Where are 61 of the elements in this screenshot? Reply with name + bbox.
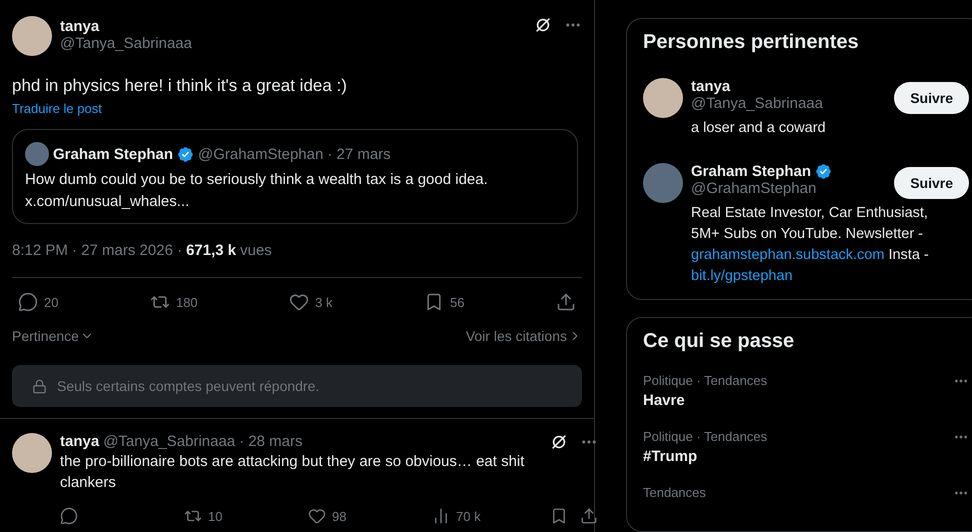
- trend-name[interactable]: Havre: [643, 392, 768, 409]
- quoted-post[interactable]: Graham Stephan @GrahamStephan · 27 mars How dumb could you be to seriously think a wealth tax is a good idea. x.com/unusual_whales...: [12, 129, 578, 224]
- reply-author-name[interactable]: tanya: [60, 433, 100, 450]
- views-count: 671,3 k: [186, 242, 236, 259]
- action-count: 20: [44, 294, 58, 310]
- quote-text: How dumb could you be to seriously think a wealth tax is a good idea.: [25, 170, 489, 190]
- reply-icon[interactable]: [18, 292, 38, 312]
- avatar[interactable]: [12, 16, 52, 56]
- author-handle[interactable]: @Tanya_Sabrinaaa: [60, 35, 526, 52]
- person-name[interactable]: Graham Stephan: [691, 163, 812, 180]
- avatar[interactable]: [12, 433, 52, 473]
- quotes-link[interactable]: Voir les citations: [466, 328, 582, 344]
- quote-author-handle: @GrahamStephan: [198, 146, 324, 162]
- avatar[interactable]: [643, 78, 683, 118]
- quote-author-name: Graham Stephan: [53, 146, 174, 162]
- like-icon[interactable]: [289, 292, 310, 312]
- person-handle[interactable]: @Tanya_Sabrinaaa: [691, 95, 823, 112]
- verified-badge-icon: [815, 163, 832, 180]
- bio-link[interactable]: grahamstephan.substack.com: [691, 247, 884, 263]
- slashed-circle-icon[interactable]: [534, 16, 552, 34]
- action-count: 98: [332, 508, 346, 524]
- trend-context: Tendances: [643, 485, 706, 500]
- share-icon[interactable]: [556, 292, 576, 312]
- card-title: Personnes pertinentes: [643, 31, 860, 54]
- reply-date[interactable]: · 28 mars: [239, 433, 303, 450]
- post-text: phd in physics here! i think it's a great idea :): [12, 75, 348, 97]
- action-count: 180: [176, 294, 198, 310]
- action-count: 70 k: [456, 508, 481, 524]
- share-icon[interactable]: [580, 507, 598, 525]
- trend-context: Politique · Tendances: [643, 429, 768, 444]
- quote-link[interactable]: x.com/unusual_whales...: [25, 191, 565, 213]
- card-title: Ce qui se passe: [643, 330, 796, 353]
- action-count: 3 k: [315, 294, 333, 310]
- reply-text: the pro-billionaire bots are attacking but they are so obvious… eat shit clankers: [60, 452, 526, 493]
- views-label: vues: [240, 242, 272, 259]
- person-handle[interactable]: @GrahamStephan: [691, 180, 816, 197]
- trend-name[interactable]: #Trump: [643, 448, 768, 465]
- bookmark-icon[interactable]: [550, 507, 568, 525]
- lock-icon: [32, 378, 47, 394]
- quote-date: · 27 mars: [327, 146, 391, 162]
- person-name[interactable]: tanya: [691, 78, 730, 95]
- like-icon[interactable]: [308, 507, 326, 525]
- action-count: 56: [450, 294, 464, 310]
- post-timestamp[interactable]: 8:12 PM · 27 mars 2026 ·: [12, 242, 182, 259]
- notice-text: Seuls certains comptes peuvent répondre.: [57, 378, 320, 394]
- views-icon[interactable]: [432, 507, 450, 525]
- trend-context: Politique · Tendances: [643, 373, 768, 388]
- slashed-circle-icon[interactable]: [550, 433, 568, 451]
- avatar: [25, 142, 49, 166]
- reply-icon[interactable]: [60, 507, 78, 525]
- verified-badge-icon: [177, 146, 194, 162]
- person-bio: a loser and a coward: [691, 119, 827, 138]
- author-name[interactable]: tanya: [60, 18, 100, 35]
- follow-button[interactable]: Suivre: [894, 82, 969, 114]
- bio-link[interactable]: bit.ly/gpstephan: [691, 268, 793, 284]
- translate-link[interactable]: Traduire le post: [12, 101, 102, 116]
- follow-button[interactable]: Suivre: [894, 167, 969, 199]
- action-count: 10: [208, 508, 222, 524]
- reply-author-handle[interactable]: @Tanya_Sabrinaaa: [103, 433, 236, 450]
- person-bio: Real Estate Investor, Car Enthusiast, 5M+ Subs on YouTube. Newsletter - grahamstephan.substack.com Insta - bit.ly/gpstephan: [691, 204, 930, 286]
- sort-dropdown[interactable]: Pertinence: [12, 328, 94, 344]
